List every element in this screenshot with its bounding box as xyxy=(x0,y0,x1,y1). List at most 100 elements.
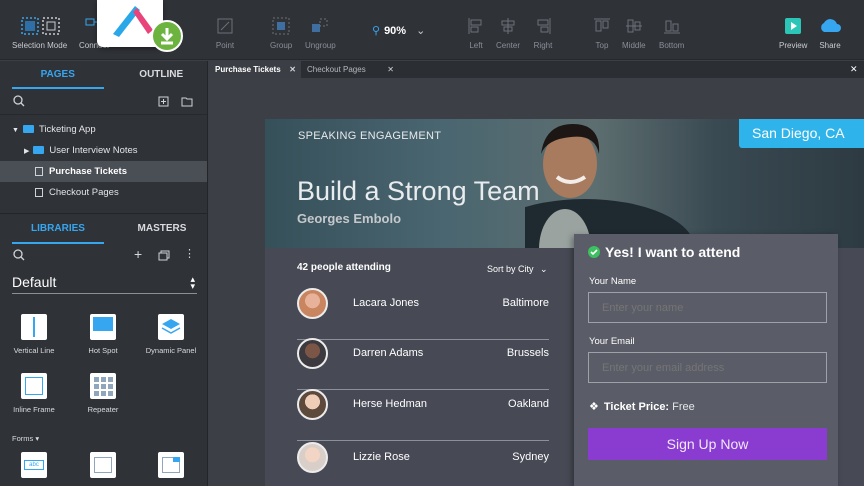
person-city: Sydney xyxy=(512,451,549,463)
library-select-value: Default xyxy=(12,274,57,290)
widget-dynamic-panel[interactable]: Dynamic Panel xyxy=(141,314,201,355)
tab-libraries[interactable]: LIBRARIES xyxy=(12,214,104,244)
widget-text-field[interactable]: abc xyxy=(4,452,64,484)
page-icon xyxy=(35,166,43,176)
play-icon xyxy=(785,18,802,34)
point-button[interactable]: Point xyxy=(215,16,235,50)
library-select-row: Default ▴ ▾ xyxy=(0,268,208,298)
tree-item-label: Ticketing App xyxy=(38,124,96,135)
search-icon[interactable] xyxy=(13,95,25,107)
person-name: Herse Hedman xyxy=(353,398,427,410)
zoom-dropdown[interactable]: ⚲ 90% ⌄ xyxy=(372,24,425,37)
person-city: Oakland xyxy=(508,398,549,410)
widget-inline-frame[interactable]: Inline Frame xyxy=(4,373,64,414)
page-icon xyxy=(35,187,43,197)
page-tree: ▼ Ticketing App ▶ User Interview Notes Pur… xyxy=(0,115,207,203)
person-name: Darren Adams xyxy=(353,347,424,359)
email-label: Your Email xyxy=(589,336,635,347)
name-input[interactable] xyxy=(588,292,827,323)
ticket-price-label: Ticket Price: xyxy=(603,401,670,413)
sort-label: Sort by City xyxy=(487,264,534,274)
person-name: Lacara Jones xyxy=(353,297,420,309)
copy-icon[interactable] xyxy=(158,250,170,261)
widget-text-area[interactable] xyxy=(73,452,133,484)
download-badge[interactable] xyxy=(151,20,183,52)
app-window: Selection Mode Connect Point Group Ungro… xyxy=(0,0,864,486)
close-icon[interactable]: ✕ xyxy=(289,61,296,78)
check-circle-icon xyxy=(588,246,600,258)
tab-masters[interactable]: MASTERS xyxy=(116,214,208,244)
vertical-line-icon xyxy=(21,314,47,340)
doc-tab-label: Purchase Tickets xyxy=(215,65,281,74)
libraries-section: LIBRARIES MASTERS + ⋮ Default ▴ ▾ Vertica… xyxy=(0,213,208,486)
attend-form: Yes! I want to attend Your Name Your Ema… xyxy=(574,234,838,486)
align-right-icon xyxy=(537,18,551,34)
search-icon[interactable] xyxy=(13,249,25,261)
align-top-button[interactable]: Top xyxy=(592,16,612,50)
align-left-label: Left xyxy=(469,41,483,50)
list-item[interactable]: Lizzie Rose Sydney xyxy=(297,442,549,486)
align-left-button[interactable]: Left xyxy=(466,16,486,50)
ungroup-button[interactable]: Ungroup xyxy=(305,16,336,50)
tab-pages[interactable]: PAGES xyxy=(12,61,104,89)
add-folder-icon[interactable] xyxy=(181,96,193,107)
preview-button[interactable]: Preview xyxy=(779,16,807,50)
attending-count: 42 people attending xyxy=(297,262,391,273)
align-middle-icon xyxy=(625,19,642,33)
tree-item-ticketing-app[interactable]: ▼ Ticketing App xyxy=(0,119,207,140)
tree-item-user-interview-notes[interactable]: ▶ User Interview Notes xyxy=(0,140,207,161)
widget-label: Dynamic Panel xyxy=(145,346,197,355)
chevron-down-icon: ⌄ xyxy=(540,264,548,274)
folder-icon xyxy=(33,146,45,155)
align-middle-button[interactable]: Middle xyxy=(622,16,646,50)
avatar xyxy=(297,288,328,319)
dynamic-panel-icon xyxy=(158,314,184,340)
tab-overflow-close-icon[interactable]: ✕ xyxy=(850,64,860,74)
caret-right-icon[interactable]: ▶ xyxy=(24,148,29,155)
point-label: Point xyxy=(215,41,235,50)
widget-hot-spot[interactable]: Hot Spot xyxy=(73,314,133,355)
widget-repeater[interactable]: Repeater xyxy=(73,373,133,414)
align-bottom-button[interactable]: Bottom xyxy=(659,16,684,50)
ticket-price-value: Free xyxy=(672,401,695,413)
forms-section-toggle[interactable]: Forms ▾ xyxy=(12,434,39,443)
widget-droplist[interactable] xyxy=(141,452,201,484)
pages-toolbar xyxy=(0,89,207,115)
group-button[interactable]: Group xyxy=(270,16,292,50)
caret-down-icon[interactable]: ▼ xyxy=(12,127,19,134)
selection-mode-button[interactable]: Selection Mode xyxy=(12,16,67,50)
doc-tab-label: Checkout Pages xyxy=(307,65,366,74)
align-right-button[interactable]: Right xyxy=(533,16,553,50)
add-library-icon[interactable]: + xyxy=(134,246,142,262)
align-center-button[interactable]: Center xyxy=(496,16,520,50)
widget-label: Repeater xyxy=(87,405,119,414)
hero-title: Build a Strong Team xyxy=(297,176,540,206)
speaker-name: Georges Embolo xyxy=(297,211,402,226)
avatar xyxy=(297,442,328,473)
list-item[interactable]: Lacara Jones Baltimore xyxy=(297,288,549,340)
library-select[interactable]: Default ▴ ▾ xyxy=(12,274,197,294)
list-item[interactable]: Herse Hedman Oakland xyxy=(297,389,549,441)
divider xyxy=(297,440,549,441)
email-input[interactable] xyxy=(588,352,827,383)
add-page-icon[interactable] xyxy=(158,96,169,107)
list-item[interactable]: Darren Adams Brussels xyxy=(297,338,549,390)
doc-tab-purchase-tickets[interactable]: Purchase Tickets ✕ xyxy=(209,61,301,78)
sort-dropdown[interactable]: Sort by City ⌄ xyxy=(487,264,548,275)
doc-tab-checkout-pages[interactable]: Checkout Pages ✕ xyxy=(301,61,399,78)
share-button[interactable]: Share xyxy=(818,16,842,50)
sign-up-button[interactable]: Sign Up Now xyxy=(588,428,827,460)
chevron-down-icon: ⌄ xyxy=(416,25,426,37)
selection-mode-icon xyxy=(20,17,60,35)
tab-outline[interactable]: OUTLINE xyxy=(116,61,208,89)
selection-mode-label: Selection Mode xyxy=(12,41,68,50)
more-options-icon[interactable]: ⋮ xyxy=(184,247,195,260)
align-center-icon xyxy=(501,18,515,34)
close-icon[interactable]: ✕ xyxy=(387,61,394,78)
tree-item-purchase-tickets[interactable]: Purchase Tickets xyxy=(0,161,207,182)
tree-item-checkout-pages[interactable]: Checkout Pages xyxy=(0,182,207,203)
widget-vertical-line[interactable]: Vertical Line xyxy=(4,314,64,355)
updown-icon: ▴ ▾ xyxy=(190,274,195,291)
city-badge: San Diego, CA xyxy=(739,119,864,148)
zoom-value: 90% xyxy=(384,25,407,37)
